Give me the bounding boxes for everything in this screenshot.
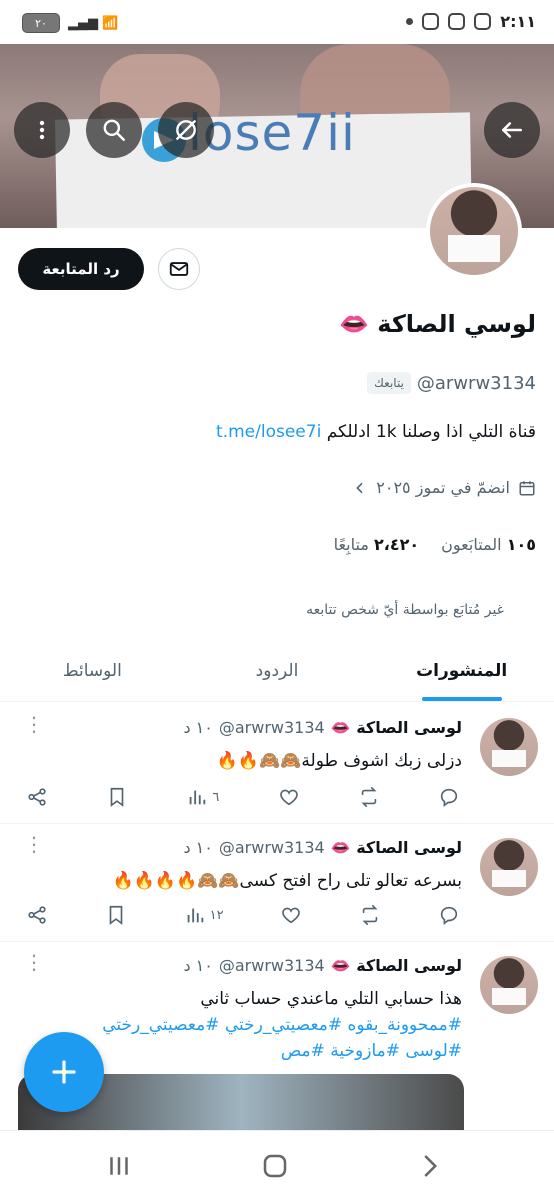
- search-button[interactable]: [86, 102, 142, 158]
- profile-tabs: المنشورات الردود الوسائط: [0, 640, 554, 702]
- tweet[interactable]: لوسى الصاكة 👄 @arwrw3134 ١٠ د ⋮ بسرعه تع…: [0, 824, 554, 942]
- slash-circle-icon: [176, 120, 196, 140]
- bookmark-icon: [110, 787, 124, 807]
- chevron-left-icon: [356, 482, 363, 493]
- home-icon: [263, 1154, 287, 1178]
- tweet-avatar[interactable]: [480, 956, 538, 1014]
- share-button[interactable]: [26, 904, 48, 926]
- reply-button[interactable]: [438, 904, 460, 926]
- display-name: لوسي الصاكة 👄: [339, 310, 536, 338]
- calendar-icon: [519, 480, 535, 495]
- notification-dot-icon: [406, 18, 414, 25]
- retweet-button[interactable]: [358, 786, 380, 808]
- status-bar: ٢٠ ▂▄▆ 📶 ٢:١١: [0, 0, 554, 44]
- share-icon: [28, 788, 46, 806]
- views-icon: [187, 908, 203, 923]
- tweet-more-icon[interactable]: ⋮: [24, 834, 44, 854]
- share-icon: [28, 906, 46, 924]
- views-button[interactable]: ١٢: [184, 904, 224, 926]
- system-back-button[interactable]: [414, 1151, 444, 1181]
- signal-icon: ▂▄▆ 📶: [68, 15, 119, 31]
- bookmark-icon: [109, 905, 123, 925]
- tab-replies[interactable]: الردود: [185, 640, 370, 701]
- reply-icon: [440, 788, 458, 807]
- more-button[interactable]: [14, 102, 70, 158]
- like-button[interactable]: [278, 786, 300, 808]
- heart-icon: [282, 907, 301, 924]
- views-count: ١٢: [209, 907, 224, 923]
- like-button[interactable]: [280, 904, 302, 926]
- chevron-right-icon: [424, 1155, 438, 1177]
- grok-button[interactable]: [158, 102, 214, 158]
- tweet[interactable]: لوسى الصاكة 👄 @arwrw3134 ١٠ د ⋮ دزلى زبك…: [0, 704, 554, 824]
- heart-icon: [279, 789, 298, 806]
- mail-icon: [169, 262, 189, 276]
- retweet-icon: [362, 905, 378, 925]
- views-button[interactable]: ٦: [186, 786, 219, 808]
- more-vertical-icon: [39, 120, 45, 140]
- system-nav-bar: [0, 1130, 554, 1200]
- tweet-time: ١٠ د: [183, 838, 213, 857]
- profile-handle: @arwrw3134: [416, 372, 536, 394]
- plus-icon: [52, 1060, 76, 1084]
- battery-indicator: ٢٠: [22, 13, 60, 33]
- tweet-text: بسرعه تعالو تلى راح افتح كسى🙈🙈🔥🔥🔥🔥: [112, 871, 462, 891]
- search-icon: [103, 119, 125, 141]
- joined-text: انضمّ في تموز ٢٠٢٥: [376, 478, 510, 497]
- follow-back-button[interactable]: رد المتابعة: [18, 248, 144, 290]
- retweet-icon: [361, 787, 377, 807]
- joined-date[interactable]: انضمّ في تموز ٢٠٢٥: [352, 478, 536, 497]
- tweet-more-icon[interactable]: ⋮: [24, 714, 44, 734]
- tweet-handle: @arwrw3134: [218, 718, 325, 737]
- arrow-left-icon: [502, 122, 522, 138]
- tweet-more-icon[interactable]: ⋮: [24, 952, 44, 972]
- share-button[interactable]: [26, 786, 48, 808]
- tweet-handle: @arwrw3134: [218, 838, 325, 857]
- profile-bio: قناة التلي اذا وصلنا 1k ادللكم t.me/lose…: [216, 422, 536, 442]
- following-link[interactable]: ٢،٤٢٠ متابِعًا: [334, 535, 420, 554]
- tweet-actions: ٦: [26, 786, 460, 808]
- views-icon: [190, 790, 206, 805]
- tweet-actions: ١٢: [26, 904, 460, 926]
- bookmark-button[interactable]: [105, 904, 127, 926]
- home-button[interactable]: [260, 1151, 290, 1181]
- tweet-author[interactable]: لوسى الصاكة 👄: [331, 718, 462, 737]
- tweet-author[interactable]: لوسى الصاكة 👄: [331, 956, 462, 975]
- profile-avatar[interactable]: [426, 183, 522, 279]
- recent-apps-button[interactable]: [104, 1151, 134, 1181]
- tweet-hashtags[interactable]: #ممحوونة_بقوه #معصيتي_رختي #معصيتي_رختي: [22, 1012, 462, 1038]
- tweet-avatar[interactable]: [480, 718, 538, 776]
- tab-media[interactable]: الوسائط: [0, 640, 185, 701]
- instagram-icon: [448, 13, 466, 30]
- compose-button[interactable]: [24, 1032, 104, 1112]
- reply-button[interactable]: [438, 786, 460, 808]
- tweet-text: دزلى زبك اشوف طولة🙈🙈🔥🔥: [216, 751, 462, 771]
- views-count: ٦: [212, 789, 220, 805]
- bookmark-button[interactable]: [106, 786, 128, 808]
- clock: ٢:١١: [500, 12, 536, 31]
- back-button[interactable]: [484, 102, 540, 158]
- follow-counts: ١٠٥ المتابَعون ٢،٤٢٠ متابِعًا: [334, 535, 536, 554]
- follows-you-badge: يتابعك: [367, 372, 411, 394]
- recent-apps-icon: [110, 1157, 128, 1175]
- youtube-icon: [474, 13, 492, 30]
- tab-posts[interactable]: المنشورات: [369, 640, 554, 701]
- not-followed-note: غير مُتابَع بواسطة أيّ شخص تتابعه: [306, 602, 504, 618]
- tweet-text-line: هذا حسابي التلي ماعندي حساب ثاني: [200, 989, 462, 1009]
- bio-link[interactable]: t.me/losee7i: [216, 422, 321, 442]
- tweet-time: ١٠ د: [183, 956, 213, 975]
- tweet-avatar[interactable]: [480, 838, 538, 896]
- message-button[interactable]: [158, 248, 200, 290]
- tweet-author[interactable]: لوسى الصاكة 👄: [331, 838, 462, 857]
- bio-text: قناة التلي اذا وصلنا 1k ادللكم: [326, 422, 536, 442]
- tweet-handle: @arwrw3134: [218, 956, 325, 975]
- retweet-button[interactable]: [359, 904, 381, 926]
- instagram-icon: [422, 13, 440, 30]
- tweet-time: ١٠ د: [183, 718, 213, 737]
- reply-icon: [440, 906, 458, 925]
- followers-link[interactable]: ١٠٥ المتابَعون: [441, 535, 536, 554]
